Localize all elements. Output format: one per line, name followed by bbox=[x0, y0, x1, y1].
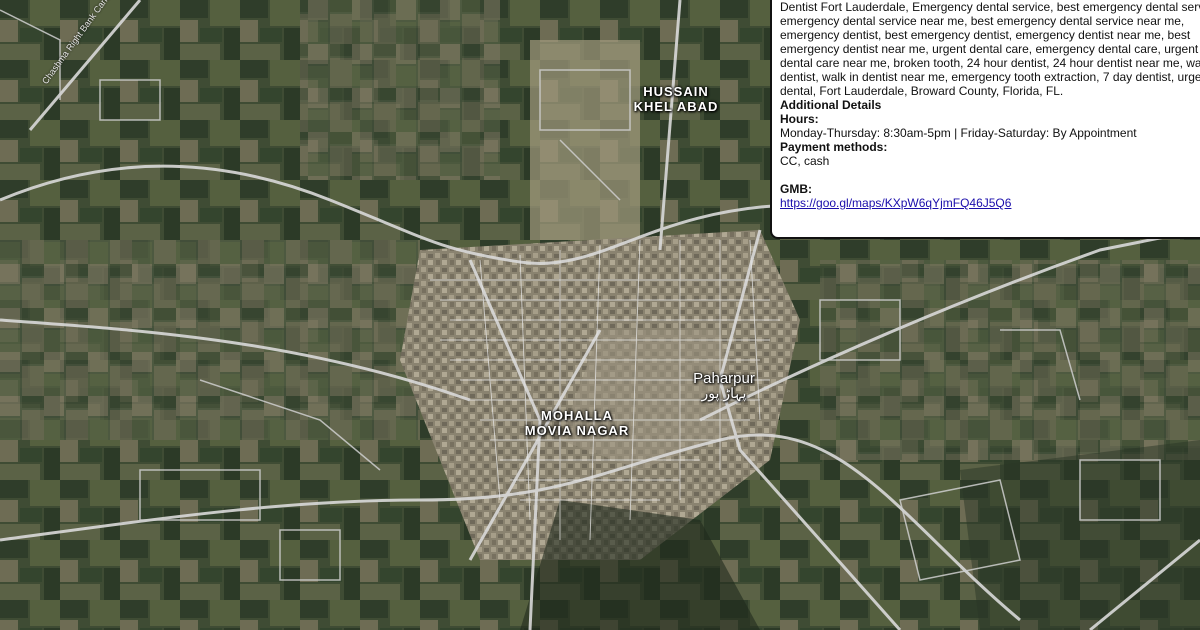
label-khel-abad: KHEL ABAD bbox=[633, 99, 719, 114]
popup-hours-label: Hours: bbox=[780, 112, 819, 126]
label-paharpur: Paharpur پہاڑ پور bbox=[686, 371, 762, 401]
popup-hours-value: Monday-Thursday: 8:30am-5pm | Friday-Sat… bbox=[780, 126, 1137, 140]
info-popup: Dental Implants Fort Lauderdale , Cosmet… bbox=[770, 0, 1200, 239]
popup-gmb-label: GMB: bbox=[780, 182, 812, 196]
popup-additional-details-heading: Additional Details bbox=[780, 98, 882, 112]
label-mohalla-movia-nagar: MOHALLA MOVIA NAGAR bbox=[515, 408, 639, 438]
label-paharpur-ur: پہاڑ پور bbox=[701, 385, 747, 401]
popup-gmb-link[interactable]: https://goo.gl/maps/KXpW6qYjmFQ46J5Q6 bbox=[780, 196, 1011, 210]
popup-spacer bbox=[780, 168, 1200, 182]
label-mohalla: MOHALLA bbox=[541, 408, 613, 423]
popup-keywords: Dental Implants Fort Lauderdale , Cosmet… bbox=[780, 0, 1200, 98]
label-paharpur-en: Paharpur bbox=[693, 370, 755, 387]
label-hussain: HUSSAIN bbox=[643, 84, 709, 99]
label-movia-nagar: MOVIA NAGAR bbox=[524, 423, 630, 438]
popup-payment-value: CC, cash bbox=[780, 154, 830, 168]
popup-payment-label: Payment methods: bbox=[780, 140, 888, 154]
label-hussain-khel-abad: HUSSAIN KHEL ABAD bbox=[628, 84, 724, 114]
